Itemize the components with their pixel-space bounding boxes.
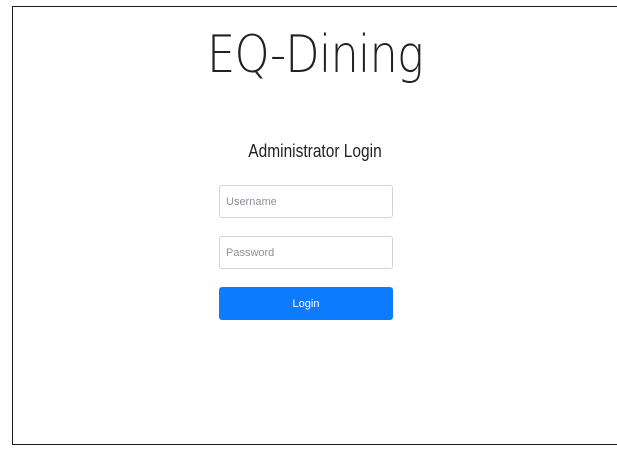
brand-title: EQ-Dining bbox=[207, 25, 424, 85]
page-subtitle: Administrator Login bbox=[248, 141, 382, 161]
password-input[interactable] bbox=[219, 236, 393, 269]
username-input[interactable] bbox=[219, 185, 393, 218]
login-button[interactable]: Login bbox=[219, 287, 393, 320]
browser-viewport: EQ-Dining Administrator Login Login bbox=[12, 6, 617, 445]
